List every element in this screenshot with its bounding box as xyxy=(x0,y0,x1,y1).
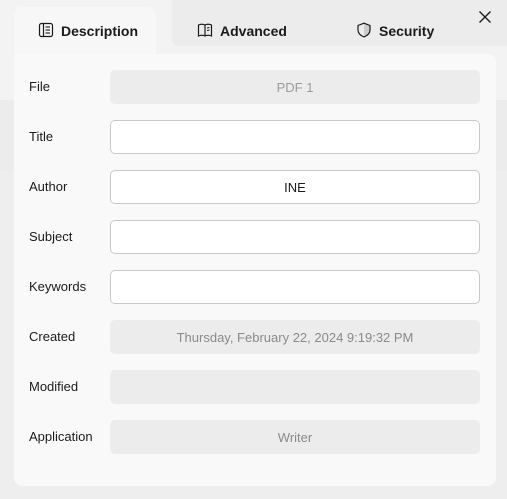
keywords-input[interactable] xyxy=(110,270,480,304)
title-label: Title xyxy=(29,129,54,144)
created-label: Created xyxy=(29,329,76,344)
tab-bar: Description Advanced Security xyxy=(0,0,507,55)
created-value: Thursday, February 22, 2024 9:19:32 PM xyxy=(176,329,414,345)
row-modified: Modified xyxy=(14,370,496,404)
row-author: Author INE xyxy=(14,170,496,204)
title-input[interactable] xyxy=(110,120,480,154)
file-field: PDF 1 xyxy=(110,70,480,104)
author-input[interactable]: INE xyxy=(110,170,480,204)
close-button[interactable] xyxy=(474,8,496,30)
row-application: Application Writer xyxy=(14,420,496,454)
tab-description-label: Description xyxy=(61,23,139,39)
author-label: Author xyxy=(29,179,68,194)
row-created: Created Thursday, February 22, 2024 9:19… xyxy=(14,320,496,354)
subject-label: Subject xyxy=(29,229,73,244)
application-label: Application xyxy=(29,429,93,444)
tab-security[interactable]: Security xyxy=(356,7,434,55)
application-field: Writer xyxy=(110,420,480,454)
row-file: File PDF 1 xyxy=(14,70,496,104)
close-icon xyxy=(478,10,492,29)
book-icon xyxy=(197,22,213,41)
modified-label: Modified xyxy=(29,379,79,394)
author-value: INE xyxy=(284,179,306,195)
modified-field xyxy=(110,370,480,404)
subject-input[interactable] xyxy=(110,220,480,254)
row-subject: Subject xyxy=(14,220,496,254)
file-label: File xyxy=(29,79,50,94)
description-icon xyxy=(38,22,54,41)
application-value: Writer xyxy=(277,429,313,445)
tab-advanced-label: Advanced xyxy=(220,23,287,39)
tab-security-label: Security xyxy=(379,23,435,39)
tab-description[interactable]: Description xyxy=(14,7,156,55)
row-keywords: Keywords xyxy=(14,270,496,304)
keywords-label: Keywords xyxy=(29,279,87,294)
file-placeholder: PDF 1 xyxy=(276,79,314,95)
row-title: Title xyxy=(14,120,496,154)
shield-icon xyxy=(356,22,372,41)
tab-advanced[interactable]: Advanced xyxy=(197,7,287,55)
description-panel: File PDF 1 Title Author INE Subject Keyw… xyxy=(14,54,496,486)
created-field: Thursday, February 22, 2024 9:19:32 PM xyxy=(110,320,480,354)
